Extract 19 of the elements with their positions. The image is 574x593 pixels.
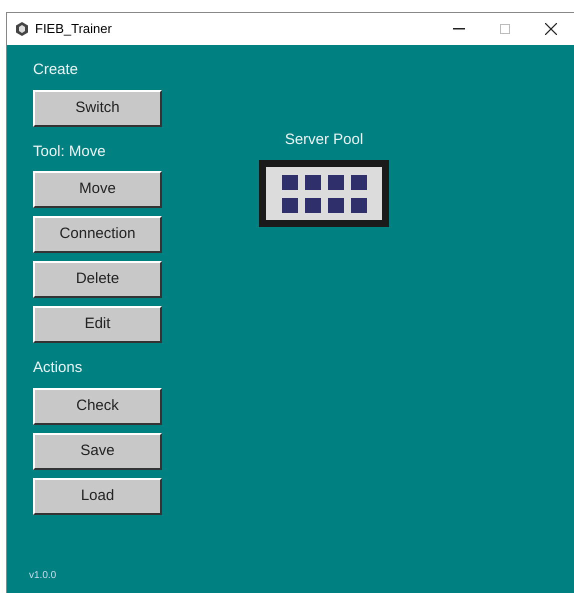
tool-button[interactable]: Save xyxy=(33,432,162,470)
section-label: Actions xyxy=(33,358,84,378)
close-icon xyxy=(545,23,557,35)
version-label: v1.0.0 xyxy=(29,569,56,583)
app-icon xyxy=(15,22,29,36)
minimize-icon xyxy=(453,28,465,30)
node-label: Server Pool xyxy=(284,130,364,150)
section-label: Create xyxy=(33,60,80,80)
tool-button[interactable]: Connection xyxy=(33,216,162,253)
maximize-icon xyxy=(500,24,510,34)
tool-button[interactable]: Move xyxy=(33,171,162,208)
tool-button[interactable]: Check xyxy=(33,388,162,424)
tool-button[interactable]: Edit xyxy=(33,306,162,343)
server-pool-icon[interactable] xyxy=(259,160,389,226)
section-label: Tool: Move xyxy=(33,142,107,162)
window-title: FIEB_Trainer xyxy=(35,20,112,38)
tool-button[interactable]: Load xyxy=(33,478,162,514)
tool-button[interactable]: Switch xyxy=(33,90,162,126)
tool-button[interactable]: Delete xyxy=(33,261,162,298)
